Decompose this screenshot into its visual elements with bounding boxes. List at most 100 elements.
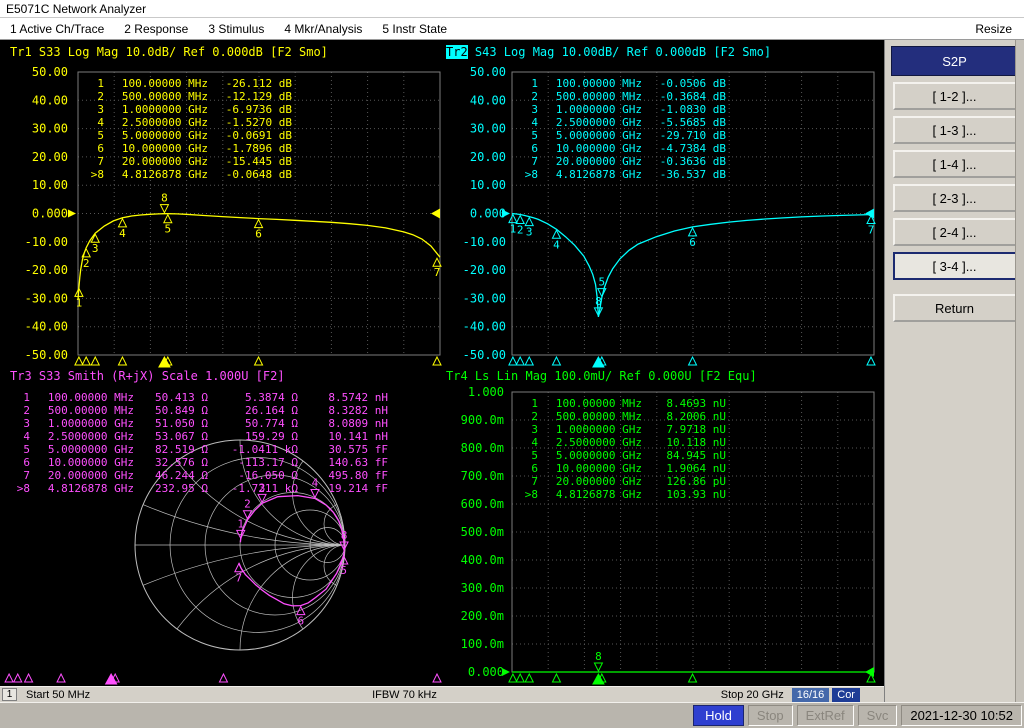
tr1-marker-3	[91, 234, 99, 242]
menu-stimulus[interactable]: 3 Stimulus	[198, 20, 274, 38]
tr2-marker-6	[689, 228, 697, 236]
tr2-marker-row: 720.000000 GHz-0.3636 dB	[518, 155, 726, 168]
tr1-stim-marker-1[interactable]	[75, 357, 83, 365]
softkey-1-2[interactable]: [ 1-2 ]...	[893, 82, 1017, 110]
tr1-ytick: 10.00	[32, 178, 68, 192]
correction-badge: Cor	[832, 688, 860, 702]
tr1-marker-row: >84.8126878 GHz-0.0648 dB	[84, 168, 292, 181]
tr1-stim-marker-2[interactable]	[82, 357, 90, 365]
menu-mkr-analysis[interactable]: 4 Mkr/Analysis	[274, 20, 372, 38]
tr3-marker-row: 42.5000000 GHz53.067 Ω159.29 Ω10.141 nH	[12, 430, 388, 443]
channel-number: 1	[2, 688, 17, 701]
tr3-marker-label-5: 5	[340, 564, 347, 577]
tr2-marker-label-5: 5	[599, 276, 606, 289]
tr1-marker-row: 610.000000 GHz-1.7896 dB	[84, 142, 292, 155]
system-status-group: Hold Stop ExtRef Svc 2021-12-30 10:52	[689, 705, 1024, 726]
tr1-stim-marker-6[interactable]	[255, 357, 263, 365]
tr1-ytick: 30.00	[32, 122, 68, 136]
tr2-stim-marker-3[interactable]	[525, 357, 533, 365]
tr4-ytick: 400.0m	[461, 553, 504, 567]
tr2-ytick: 10.00	[470, 178, 506, 192]
tr1-marker-5	[164, 215, 172, 223]
tr2-stim-marker-2[interactable]	[516, 357, 524, 365]
tr2-marker-2	[516, 216, 524, 224]
tr1-marker-label-7: 7	[434, 266, 441, 279]
menu-instr-state[interactable]: 5 Instr State	[372, 20, 457, 38]
tr1-ytick: -50.00	[25, 348, 68, 362]
tr4-marker-row: 720.000000 GHz126.86 pU	[518, 475, 726, 488]
tr1-stim-marker-3[interactable]	[91, 357, 99, 365]
tr1-stim-marker-7[interactable]	[433, 357, 441, 365]
tr4-stim-marker-4[interactable]	[552, 674, 560, 682]
tr1-marker-label-2: 2	[83, 257, 90, 270]
tr4-ytick: 1.000	[468, 385, 504, 399]
tr2-stim-marker-7[interactable]	[867, 357, 875, 365]
tr1-marker-label-3: 3	[92, 242, 99, 255]
tr4-marker-row: 31.0000000 GHz7.9718 nU	[518, 423, 726, 436]
tr2-ytick: 30.00	[470, 122, 506, 136]
tr1-marker-row: 42.5000000 GHz-1.5270 dB	[84, 116, 292, 129]
tr3-stim-marker-4[interactable]	[57, 674, 65, 682]
menu-active-ch-trace[interactable]: 1 Active Ch/Trace	[0, 20, 114, 38]
system-bar: Hold Stop ExtRef Svc 2021-12-30 10:52	[0, 702, 1024, 728]
tr3-marker-6	[297, 607, 305, 615]
tr2-ytick: 20.00	[470, 150, 506, 164]
tr1-ytick: -40.00	[25, 320, 68, 334]
softkey-2-3[interactable]: [ 2-3 ]...	[893, 184, 1017, 212]
softkey-3-4[interactable]: [ 3-4 ]...	[893, 252, 1017, 280]
softkey-return-button[interactable]: Return	[893, 294, 1017, 322]
tr1-ytick: 40.00	[32, 93, 68, 107]
tr2-marker-label-4: 4	[553, 238, 560, 251]
tr3-marker-label-7: 7	[236, 572, 243, 585]
tr4-stim-marker-3[interactable]	[525, 674, 533, 682]
tr4-marker-row: 2500.00000 MHz8.2006 nU	[518, 410, 726, 423]
tr4-marker-row: 1100.00000 MHz8.4693 nU	[518, 397, 726, 410]
tr3-stimulus-markers	[5, 674, 441, 684]
tr2-stim-marker-4[interactable]	[552, 357, 560, 365]
tr3-marker-row: 720.000000 GHz46.244 Ω-16.050 Ω495.80 fF	[12, 469, 388, 482]
tr3-marker-label-1: 1	[237, 517, 244, 530]
tr4-marker-table: 1100.00000 MHz8.4693 nU2500.00000 MHz8.2…	[518, 397, 726, 501]
softkey-1-3[interactable]: [ 1-3 ]...	[893, 116, 1017, 144]
tr2-label-active: Tr2	[446, 45, 468, 59]
tr2-marker-3	[525, 218, 533, 226]
tr1-title-text: S33 Log Mag 10.0dB/ Ref 0.000dB [F2 Smo]	[32, 45, 328, 59]
tr1-marker-row: 31.0000000 GHz-6.9736 dB	[84, 103, 292, 116]
tr2-marker-row: 1100.00000 MHz-0.0506 dB	[518, 77, 726, 90]
tr4-stim-marker-6[interactable]	[689, 674, 697, 682]
menu-bar: 1 Active Ch/Trace 2 Response 3 Stimulus …	[0, 18, 1024, 40]
softkey-scrollbar[interactable]	[1015, 40, 1024, 702]
tr4-ytick: 0.000	[468, 665, 504, 679]
tr2-marker-table: 1100.00000 MHz-0.0506 dB2500.00000 MHz-0…	[518, 77, 726, 181]
points-badge: 16/16	[792, 688, 830, 702]
tr4-stim-marker-2[interactable]	[516, 674, 524, 682]
tr3-marker-row: 2500.00000 MHz50.849 Ω26.164 Ω8.3282 nH	[12, 404, 388, 417]
tr4-ytick: 600.0m	[461, 497, 504, 511]
tr3-marker-label-8: 8	[341, 529, 348, 542]
menu-resize[interactable]: Resize	[963, 20, 1024, 38]
tr3-stim-marker-2[interactable]	[14, 674, 22, 682]
tr3-title-text: S33 Smith (R+jX) Scale 1.000U [F2]	[32, 369, 285, 383]
tr1-stim-marker-4[interactable]	[118, 357, 126, 365]
tr2-stim-marker-1[interactable]	[509, 357, 517, 365]
tr2-ytick: 0.000	[470, 207, 506, 221]
softkey-1-4[interactable]: [ 1-4 ]...	[893, 150, 1017, 178]
tr3-stim-marker-1[interactable]	[5, 674, 13, 682]
tr3-stim-marker-6[interactable]	[219, 674, 227, 682]
softkey-2-4[interactable]: [ 2-4 ]...	[893, 218, 1017, 246]
tr2-stim-marker-6[interactable]	[689, 357, 697, 365]
tr2-ytick: 40.00	[470, 93, 506, 107]
tr1-marker-label-5: 5	[165, 223, 172, 236]
tr3-stim-marker-3[interactable]	[25, 674, 33, 682]
tr4-ytick: 100.0m	[461, 637, 504, 651]
tr1-marker-label-4: 4	[119, 227, 126, 240]
tr2-marker-row: 55.0000000 GHz-29.710 dB	[518, 129, 726, 142]
menu-response[interactable]: 2 Response	[114, 20, 198, 38]
tr4-stim-marker-1[interactable]	[509, 674, 517, 682]
tr1-title: Tr1 S33 Log Mag 10.0dB/ Ref 0.000dB [F2 …	[10, 45, 328, 59]
tr3-stim-marker-7[interactable]	[433, 674, 441, 682]
tr1-ytick: 20.00	[32, 150, 68, 164]
app-window: E5071C Network Analyzer 1 Active Ch/Trac…	[0, 0, 1024, 728]
tr4-ytick: 900.0m	[461, 413, 504, 427]
tr3-marker-label-6: 6	[297, 615, 304, 628]
